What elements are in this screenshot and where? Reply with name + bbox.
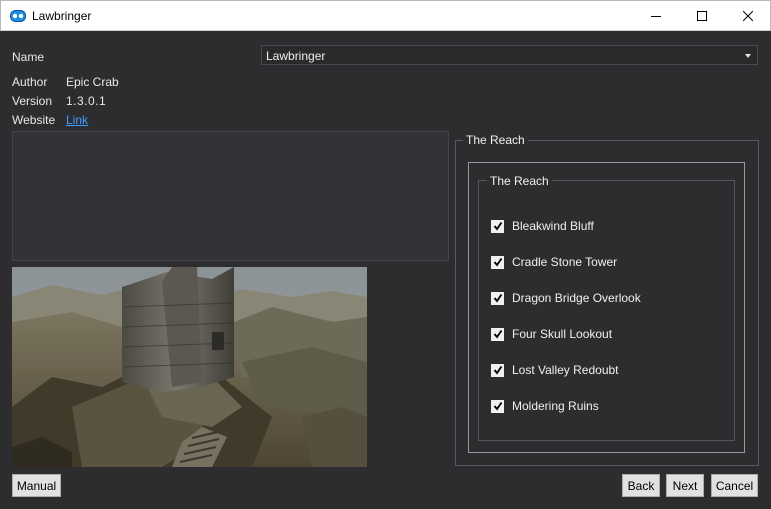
chevron-down-icon (745, 54, 751, 58)
option-label: Dragon Bridge Overlook (512, 291, 641, 305)
checkbox-checked-icon[interactable] (491, 219, 504, 233)
version-label: Version (12, 94, 53, 108)
cancel-button[interactable]: Cancel (711, 474, 758, 497)
name-dropdown-value: Lawbringer (266, 49, 326, 63)
checkbox-checked-icon[interactable] (491, 327, 504, 341)
name-label: Name (12, 50, 45, 64)
inner-group-title: The Reach (487, 174, 552, 188)
option-checkbox[interactable]: Cradle Stone Tower (491, 254, 617, 270)
window-title: Lawbringer (32, 9, 92, 23)
version-value: 1.3.0.1 (66, 94, 107, 108)
option-label: Four Skull Lookout (512, 327, 613, 341)
next-button[interactable]: Next (666, 474, 704, 497)
checkbox-checked-icon[interactable] (491, 363, 504, 377)
option-label: Cradle Stone Tower (512, 255, 618, 269)
author-label: Author (12, 75, 48, 89)
option-checkbox[interactable]: Dragon Bridge Overlook (491, 290, 641, 306)
close-button[interactable] (725, 1, 771, 31)
name-dropdown[interactable]: Lawbringer (261, 45, 758, 65)
checkbox-checked-icon[interactable] (491, 255, 504, 269)
outer-group-title: The Reach (463, 133, 528, 147)
minimize-button[interactable] (633, 1, 679, 31)
manual-button[interactable]: Manual (12, 474, 61, 497)
website-link[interactable]: Link (66, 113, 88, 127)
close-icon (743, 11, 753, 21)
option-label: Moldering Ruins (512, 399, 599, 413)
preview-landscape-art (12, 267, 367, 467)
preview-image (12, 267, 367, 467)
option-checkbox[interactable]: Lost Valley Redoubt (491, 362, 619, 378)
minimize-icon (651, 16, 661, 17)
app-logo-icon (10, 10, 26, 22)
website-label: Website (12, 113, 56, 127)
installer-body: Name Lawbringer Author Epic Crab Version… (0, 31, 771, 509)
option-checkbox[interactable]: Four Skull Lookout (491, 326, 612, 342)
description-box (12, 131, 449, 261)
checkbox-checked-icon[interactable] (491, 291, 504, 305)
option-label: Bleakwind Bluff (512, 219, 594, 233)
option-checkbox[interactable]: Bleakwind Bluff (491, 218, 594, 234)
maximize-button[interactable] (679, 1, 725, 31)
checkbox-checked-icon[interactable] (491, 399, 504, 413)
maximize-icon (697, 11, 707, 21)
option-label: Lost Valley Redoubt (512, 363, 619, 377)
option-checkbox[interactable]: Moldering Ruins (491, 398, 599, 414)
title-bar: Lawbringer (0, 0, 771, 31)
back-button[interactable]: Back (622, 474, 660, 497)
author-value: Epic Crab (66, 75, 119, 89)
